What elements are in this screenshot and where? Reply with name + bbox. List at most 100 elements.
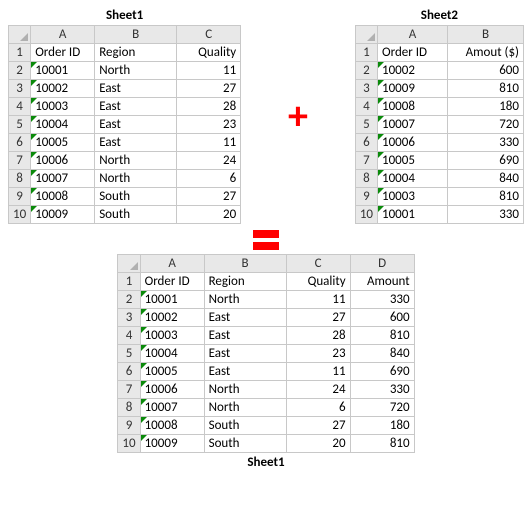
- cell[interactable]: 10003: [378, 188, 448, 206]
- row-header[interactable]: 4: [355, 98, 377, 116]
- cell[interactable]: 27: [286, 417, 350, 435]
- result-grid[interactable]: A B C D 1 Order ID Region Quality Amount…: [117, 254, 414, 453]
- sheet2-grid[interactable]: A B 1 Order ID Amout ($) 210002600 31000…: [355, 25, 524, 224]
- row-header[interactable]: 6: [9, 134, 31, 152]
- select-all-corner[interactable]: [118, 255, 140, 273]
- row-header[interactable]: 1: [118, 273, 140, 291]
- col-header[interactable]: C: [286, 255, 350, 273]
- cell[interactable]: 810: [448, 80, 524, 98]
- cell[interactable]: 720: [448, 116, 524, 134]
- cell[interactable]: East: [204, 345, 286, 363]
- row-header[interactable]: 9: [9, 188, 31, 206]
- cell[interactable]: East: [204, 309, 286, 327]
- row-header[interactable]: 3: [118, 309, 140, 327]
- col-header[interactable]: A: [378, 26, 448, 44]
- cell[interactable]: 330: [350, 381, 414, 399]
- col-header[interactable]: A: [140, 255, 204, 273]
- cell[interactable]: 600: [448, 62, 524, 80]
- cell[interactable]: 330: [448, 134, 524, 152]
- cell[interactable]: 24: [286, 381, 350, 399]
- row-header[interactable]: 3: [9, 80, 31, 98]
- cell[interactable]: 10003: [31, 98, 95, 116]
- cell[interactable]: East: [204, 363, 286, 381]
- row-header[interactable]: 8: [355, 170, 377, 188]
- cell[interactable]: 27: [177, 188, 241, 206]
- row-header[interactable]: 4: [118, 327, 140, 345]
- cell[interactable]: 10004: [378, 170, 448, 188]
- select-all-corner[interactable]: [9, 26, 31, 44]
- cell[interactable]: 28: [286, 327, 350, 345]
- cell[interactable]: 10001: [31, 62, 95, 80]
- col-header[interactable]: D: [350, 255, 414, 273]
- cell[interactable]: 180: [350, 417, 414, 435]
- cell[interactable]: 20: [177, 206, 241, 224]
- cell[interactable]: 27: [177, 80, 241, 98]
- cell[interactable]: 6: [286, 399, 350, 417]
- cell[interactable]: 10008: [31, 188, 95, 206]
- cell[interactable]: 690: [350, 363, 414, 381]
- row-header[interactable]: 4: [9, 98, 31, 116]
- cell[interactable]: South: [95, 188, 177, 206]
- sheet1-grid[interactable]: A B C 1 Order ID Region Quality 210001No…: [8, 25, 241, 224]
- cell[interactable]: 10003: [140, 327, 204, 345]
- row-header[interactable]: 9: [355, 188, 377, 206]
- cell[interactable]: Amount: [350, 273, 414, 291]
- cell[interactable]: Order ID: [378, 44, 448, 62]
- cell[interactable]: 180: [448, 98, 524, 116]
- cell[interactable]: 10001: [140, 291, 204, 309]
- row-header[interactable]: 9: [118, 417, 140, 435]
- cell[interactable]: 23: [177, 116, 241, 134]
- row-header[interactable]: 8: [118, 399, 140, 417]
- select-all-corner[interactable]: [355, 26, 377, 44]
- cell[interactable]: 10005: [31, 134, 95, 152]
- cell[interactable]: 10008: [378, 98, 448, 116]
- cell[interactable]: 810: [448, 188, 524, 206]
- row-header[interactable]: 5: [118, 345, 140, 363]
- cell[interactable]: East: [95, 98, 177, 116]
- cell[interactable]: 10002: [140, 309, 204, 327]
- cell[interactable]: 10002: [378, 62, 448, 80]
- row-header[interactable]: 2: [118, 291, 140, 309]
- cell[interactable]: 10009: [140, 435, 204, 453]
- cell[interactable]: 11: [286, 363, 350, 381]
- row-header[interactable]: 1: [355, 44, 377, 62]
- cell[interactable]: Region: [95, 44, 177, 62]
- cell[interactable]: 10005: [378, 152, 448, 170]
- cell[interactable]: Amout ($): [448, 44, 524, 62]
- cell[interactable]: East: [95, 80, 177, 98]
- cell[interactable]: North: [95, 170, 177, 188]
- cell[interactable]: South: [95, 206, 177, 224]
- row-header[interactable]: 10: [355, 206, 377, 224]
- cell[interactable]: 330: [350, 291, 414, 309]
- row-header[interactable]: 3: [355, 80, 377, 98]
- col-header[interactable]: A: [31, 26, 95, 44]
- cell[interactable]: North: [204, 381, 286, 399]
- row-header[interactable]: 2: [9, 62, 31, 80]
- row-header[interactable]: 6: [118, 363, 140, 381]
- cell[interactable]: North: [95, 62, 177, 80]
- cell[interactable]: 10009: [378, 80, 448, 98]
- row-header[interactable]: 5: [355, 116, 377, 134]
- col-header[interactable]: C: [177, 26, 241, 44]
- cell[interactable]: 10009: [31, 206, 95, 224]
- cell[interactable]: 10007: [31, 170, 95, 188]
- col-header[interactable]: B: [95, 26, 177, 44]
- cell[interactable]: 6: [177, 170, 241, 188]
- cell[interactable]: 11: [177, 134, 241, 152]
- row-header[interactable]: 8: [9, 170, 31, 188]
- cell[interactable]: 10004: [140, 345, 204, 363]
- cell[interactable]: 810: [350, 327, 414, 345]
- cell[interactable]: Quality: [286, 273, 350, 291]
- cell[interactable]: 690: [448, 152, 524, 170]
- cell[interactable]: 10005: [140, 363, 204, 381]
- cell[interactable]: Region: [204, 273, 286, 291]
- cell[interactable]: 24: [177, 152, 241, 170]
- row-header[interactable]: 1: [9, 44, 31, 62]
- row-header[interactable]: 10: [9, 206, 31, 224]
- cell[interactable]: 720: [350, 399, 414, 417]
- cell[interactable]: 28: [177, 98, 241, 116]
- cell[interactable]: 10007: [140, 399, 204, 417]
- cell[interactable]: North: [204, 291, 286, 309]
- cell[interactable]: Order ID: [140, 273, 204, 291]
- col-header[interactable]: B: [204, 255, 286, 273]
